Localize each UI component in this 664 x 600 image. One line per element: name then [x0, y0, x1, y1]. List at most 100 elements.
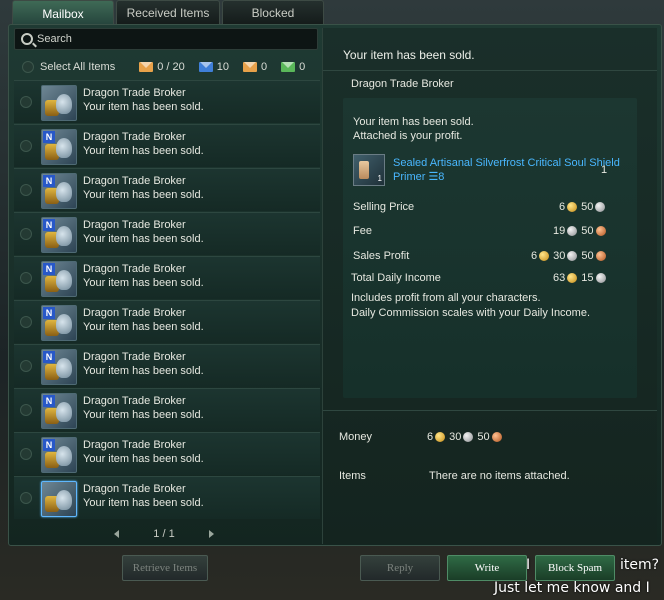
note-line-1: Includes profit from all your characters… — [351, 292, 541, 304]
fee-label: Fee — [353, 225, 372, 237]
list-item[interactable]: N Dragon Trade Broker Your item has been s… — [14, 168, 320, 211]
green-count-value: 0 — [299, 61, 306, 73]
list-item[interactable]: N Dragon Trade Broker Your item has been s… — [14, 432, 320, 475]
sales-profit-label: Sales Profit — [353, 250, 410, 262]
money-bag-icon: N — [41, 305, 77, 341]
money-bag-icon: N — [41, 393, 77, 429]
list-item[interactable]: N Dragon Trade Broker Your item has been s… — [14, 388, 320, 431]
orange-package-envelope-icon — [242, 62, 257, 72]
item-icon-badge: 1 — [377, 174, 382, 183]
green-envelope-icon — [281, 62, 296, 72]
pouch-icon — [56, 226, 72, 246]
scroll-icon — [359, 161, 369, 179]
gold-amount: 63 — [553, 272, 566, 284]
mail-checkbox[interactable] — [20, 404, 32, 416]
new-badge-icon: N — [43, 307, 55, 319]
mail-checkbox[interactable] — [20, 448, 32, 460]
subtitle-fragment: I — [526, 557, 531, 573]
money-bag-icon: N — [41, 349, 77, 385]
new-badge-icon: N — [43, 175, 55, 187]
list-item[interactable]: N Dragon Trade Broker Your item has been s… — [14, 124, 320, 167]
retrieve-items-button[interactable]: Retrieve Items — [122, 555, 208, 581]
mail-list: Dragon Trade Broker Your item has been so… — [14, 80, 320, 520]
mail-sender: Dragon Trade Broker — [83, 483, 186, 495]
mail-subject: Your item has been sold. — [83, 453, 204, 465]
silver-amount: 19 — [553, 225, 566, 237]
mail-checkbox[interactable] — [20, 492, 32, 504]
pouch-icon — [56, 314, 72, 334]
pouch-icon — [56, 490, 72, 510]
mail-checkbox[interactable] — [20, 184, 32, 196]
package-count-value: 0 — [260, 61, 268, 73]
package-count: 0 — [242, 61, 268, 73]
money-bag-icon: N — [41, 217, 77, 253]
blue-envelope-icon — [198, 62, 213, 72]
mail-checkbox[interactable] — [20, 360, 32, 372]
select-all-row: Select All Items 0 / 20 10 0 0 — [14, 58, 320, 76]
mail-checkbox[interactable] — [20, 316, 32, 328]
mail-count: 0 / 20 — [139, 61, 185, 73]
new-badge-icon: N — [43, 263, 55, 275]
list-item[interactable]: N Dragon Trade Broker Your item has been s… — [14, 256, 320, 299]
list-item[interactable]: Dragon Trade Broker Your item has been so… — [14, 476, 320, 519]
mail-sender: Dragon Trade Broker — [83, 87, 186, 99]
money-bag-icon: N — [41, 437, 77, 473]
mail-subject: Your item has been sold. — [83, 497, 204, 509]
item-icon[interactable]: 1 — [353, 154, 385, 186]
money-bag-icon — [41, 85, 77, 121]
reply-button[interactable]: Reply — [360, 555, 440, 581]
mail-subject: Your item has been sold. — [83, 277, 204, 289]
select-all-checkbox[interactable] — [22, 61, 34, 73]
list-item[interactable]: Dragon Trade Broker Your item has been so… — [14, 80, 320, 123]
new-badge-icon: N — [43, 439, 55, 451]
block-spam-button[interactable]: Block Spam — [535, 555, 615, 581]
mail-sender: Dragon Trade Broker — [83, 263, 186, 275]
sales-profit-value: 6 30 50 — [531, 250, 610, 262]
tab-mailbox[interactable]: Mailbox — [12, 0, 114, 27]
page-indicator: 1 / 1 — [153, 528, 175, 540]
money-bag-icon — [41, 481, 77, 517]
body-line-2: Attached is your profit. — [353, 130, 463, 142]
pouch-icon — [56, 138, 72, 158]
prev-page-icon[interactable] — [114, 530, 119, 538]
money-bag-icon: N — [41, 173, 77, 209]
silver-coin-icon — [463, 432, 474, 442]
mail-subject: Your item has been sold. — [83, 233, 204, 245]
divider — [323, 70, 657, 71]
green-count: 0 — [281, 61, 305, 73]
gold-amount: 6 — [427, 431, 434, 443]
list-item[interactable]: N Dragon Trade Broker Your item has been s… — [14, 300, 320, 343]
mail-subject: Your item has been sold. — [83, 189, 204, 201]
mail-list-panel: Search Select All Items 0 / 20 10 0 0 Dr… — [14, 28, 320, 546]
new-badge-icon: N — [43, 395, 55, 407]
pouch-icon — [56, 446, 72, 466]
copper-amount: 50 — [581, 250, 594, 262]
mail-subject: Your item has been sold. — [83, 145, 204, 157]
mail-sender: Dragon Trade Broker — [83, 395, 186, 407]
silver-amount: 50 — [581, 201, 594, 213]
mail-checkbox[interactable] — [20, 96, 32, 108]
mail-sender: Dragon Trade Broker — [83, 351, 186, 363]
silver-coin-icon — [567, 226, 578, 236]
write-button[interactable]: Write — [447, 555, 527, 581]
new-badge-icon: N — [43, 131, 55, 143]
select-all-label[interactable]: Select All Items — [40, 61, 115, 73]
list-item[interactable]: N Dragon Trade Broker Your item has been s… — [14, 212, 320, 255]
search-input[interactable]: Search — [14, 28, 318, 50]
pouch-icon — [56, 182, 72, 202]
gold-coin-icon — [435, 432, 446, 442]
copper-coin-icon — [595, 251, 606, 261]
tab-blocked[interactable]: Blocked — [222, 0, 324, 25]
gold-amount: 6 — [559, 201, 566, 213]
mail-checkbox[interactable] — [20, 272, 32, 284]
mail-sender: Dragon Trade Broker — [83, 175, 186, 187]
mail-sender: Dragon Trade Broker — [83, 131, 186, 143]
tab-received-items[interactable]: Received Items — [116, 0, 220, 25]
mail-checkbox[interactable] — [20, 140, 32, 152]
search-icon — [21, 33, 33, 45]
next-page-icon[interactable] — [209, 530, 214, 538]
mail-checkbox[interactable] — [20, 228, 32, 240]
list-item[interactable]: N Dragon Trade Broker Your item has been s… — [14, 344, 320, 387]
item-name-link[interactable]: Sealed Artisanal Silverfrost Critical So… — [393, 156, 623, 184]
silver-coin-icon — [595, 273, 606, 283]
